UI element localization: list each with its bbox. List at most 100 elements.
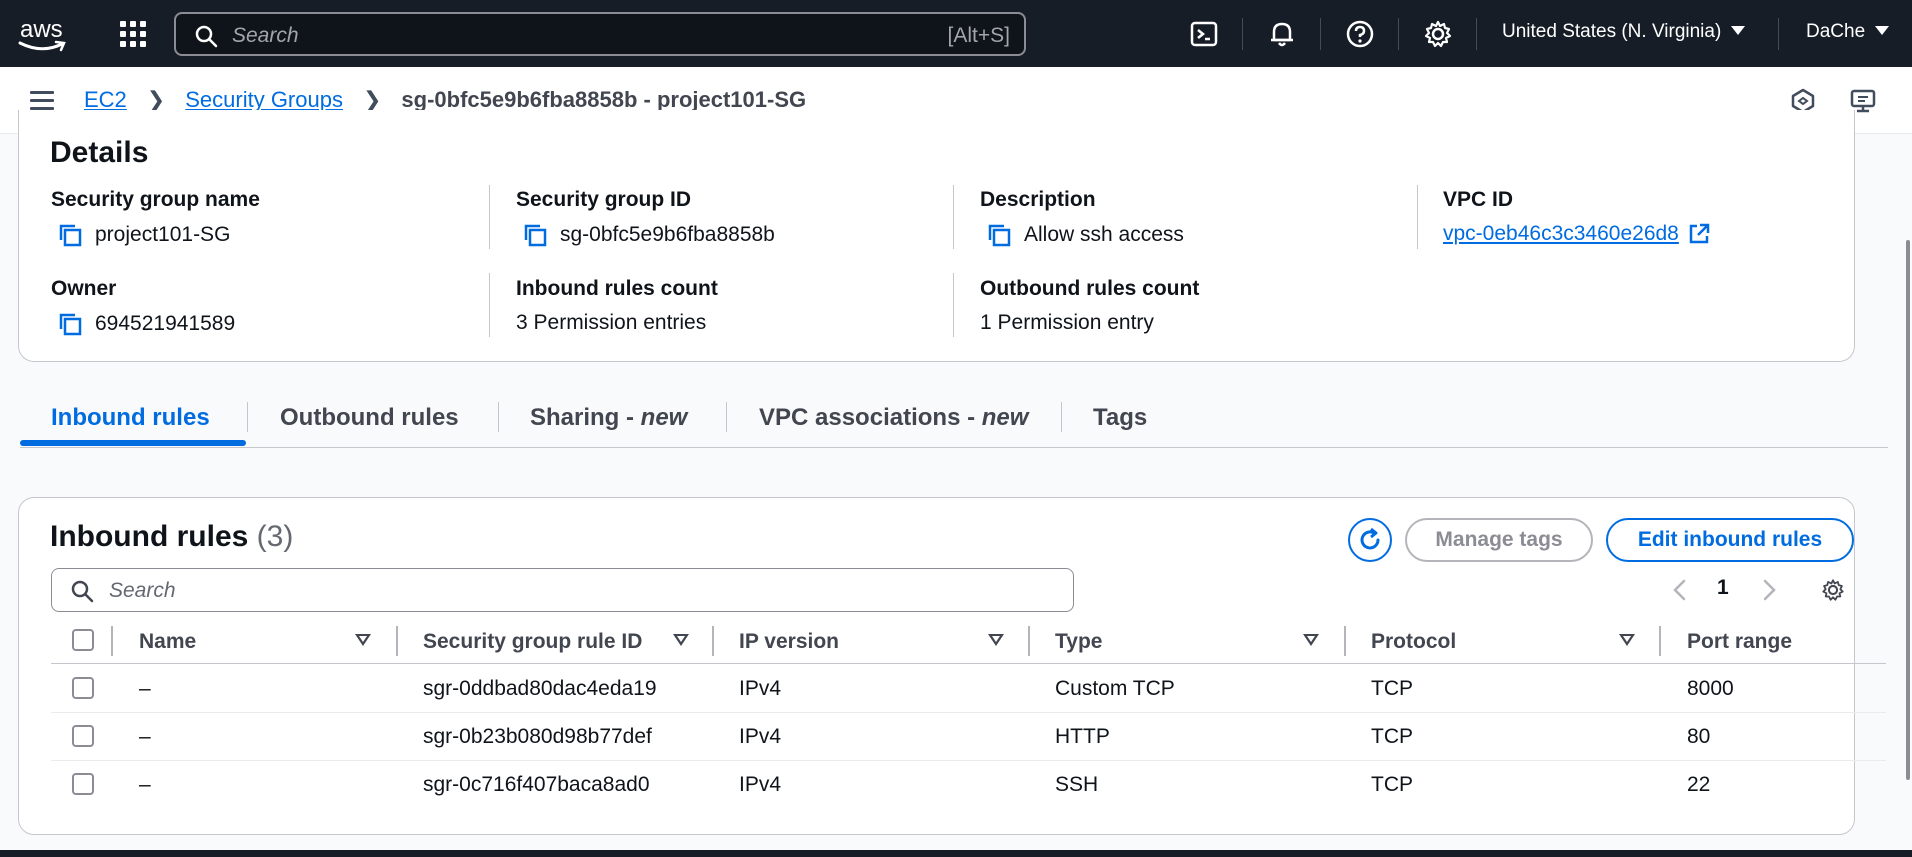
aws-smile-icon [18,40,66,52]
row-checkbox[interactable] [72,725,94,747]
caret-down-icon [1875,26,1890,35]
sg-id-label: Security group ID [516,188,692,211]
refresh-icon [1360,527,1380,550]
nav-divider [1476,18,1477,50]
search-icon [195,25,218,48]
column-divider [111,626,113,656]
cloudshell-icon[interactable] [1188,18,1220,50]
select-all-checkbox[interactable] [72,629,94,651]
tab-outbound-rules[interactable]: Outbound rules [280,404,459,432]
settings-gear-icon[interactable] [1422,18,1454,50]
nav-divider [1778,18,1779,50]
top-navigation: aws Search [Alt+S] United States (N. Vir… [0,0,1912,67]
sort-icon[interactable] [1619,634,1635,646]
table-header: Name Security group rule ID IP version T… [51,620,1886,664]
column-divider [396,626,398,656]
notifications-bell-icon[interactable] [1266,18,1298,50]
tab-tags[interactable]: Tags [1093,404,1147,432]
tab-vpc-associations[interactable]: VPC associations - new [759,404,1028,432]
cell-name: – [139,773,151,796]
region-selector[interactable]: United States (N. Virginia) [1502,21,1746,43]
cell-ip-version: IPv4 [739,677,782,700]
tab-divider [1061,402,1062,432]
sort-icon[interactable] [355,634,371,646]
refresh-button[interactable] [1348,518,1392,562]
inbound-rules-title: Inbound rules [50,520,249,553]
copy-icon[interactable] [986,222,1012,248]
copy-icon[interactable] [522,222,548,248]
account-name: DaChe [1806,21,1866,42]
sg-id-value: sg-0bfc5e9b6fba8858b [560,223,775,246]
tab-sharing[interactable]: Sharing - new [530,404,687,432]
current-page-number[interactable]: 1 [1717,576,1729,600]
cell-rule-id: sgr-0b23b080d98b77def [423,725,652,748]
tab-new-badge: new [981,404,1029,431]
cell-protocol: TCP [1371,677,1413,700]
column-header-type[interactable]: Type [1055,630,1102,654]
chevron-left-icon[interactable] [1670,578,1690,602]
column-header-rule-id[interactable]: Security group rule ID [423,630,642,654]
description-field: Description Allow ssh access [980,188,1184,248]
tab-new-badge: new [640,404,688,431]
tab-divider [726,402,727,432]
global-search-input[interactable]: Search [Alt+S] [174,12,1026,56]
row-checkbox[interactable] [72,677,94,699]
rules-search-input[interactable]: Search [51,568,1074,612]
cell-ip-version: IPv4 [739,725,782,748]
copy-icon[interactable] [57,222,83,248]
column-header-protocol[interactable]: Protocol [1371,630,1456,654]
details-title: Details [50,136,149,169]
inbound-count-value: 3 Permission entries [516,311,707,334]
sort-icon[interactable] [1303,634,1319,646]
cell-port-range: 22 [1687,773,1711,796]
table-row[interactable]: – sgr-0c716f407baca8ad0 IPv4 SSH TCP 22 [51,761,1886,809]
divider [953,273,954,337]
services-menu-icon[interactable] [120,21,146,47]
copy-icon[interactable] [57,311,83,337]
page-scrollbar[interactable] [1906,240,1910,780]
account-menu[interactable]: DaChe [1806,21,1890,43]
help-icon[interactable] [1344,18,1376,50]
table-preferences-gear-icon[interactable] [1820,577,1846,603]
table-row[interactable]: – sgr-0ddbad80dac4eda19 IPv4 Custom TCP … [51,665,1886,713]
sort-icon[interactable] [988,634,1004,646]
owner-field: Owner 694521941589 [51,277,235,337]
nav-divider [1398,18,1399,50]
vpc-id-link[interactable]: vpc-0eb46c3c3460e26d8 [1443,222,1679,246]
external-link-icon[interactable] [1687,222,1711,246]
rules-search-placeholder: Search [109,579,176,602]
tab-label: Inbound rules [51,404,210,431]
divider [489,273,490,337]
column-header-port-range[interactable]: Port range [1687,630,1792,654]
tab-inbound-rules[interactable]: Inbound rules [51,404,210,432]
column-divider [1344,626,1346,656]
tab-label: Tags [1093,404,1148,431]
cell-ip-version: IPv4 [739,773,782,796]
menu-hamburger-icon[interactable] [30,91,54,111]
sg-name-field: Security group name project101-SG [51,188,260,248]
edit-inbound-rules-button[interactable]: Edit inbound rules [1606,518,1854,562]
chevron-right-icon[interactable] [1759,578,1779,602]
cell-type: Custom TCP [1055,677,1175,700]
tab-divider [498,402,499,432]
sort-icon[interactable] [673,634,689,646]
sg-id-field: Security group ID sg-0bfc5e9b6fba8858b [516,188,775,248]
inbound-rules-heading: Inbound rules (3) [50,520,293,554]
manage-tags-button[interactable]: Manage tags [1405,518,1593,562]
sg-name-label: Security group name [51,188,260,211]
table-row[interactable]: – sgr-0b23b080d98b77def IPv4 HTTP TCP 80 [51,713,1886,761]
cell-name: – [139,677,151,700]
sg-name-value: project101-SG [95,223,231,246]
owner-label: Owner [51,277,117,300]
aws-logo[interactable]: aws [18,14,72,54]
region-label: United States (N. Virginia) [1502,21,1722,42]
row-checkbox[interactable] [72,773,94,795]
cell-port-range: 80 [1687,725,1711,748]
inbound-count-label: Inbound rules count [516,277,718,300]
tab-label: Outbound rules [280,404,459,431]
outbound-count-field: Outbound rules count 1 Permission entry [980,277,1199,335]
column-header-ip-version[interactable]: IP version [739,630,839,654]
divider [489,185,490,249]
tab-divider [247,402,248,432]
column-header-name[interactable]: Name [139,630,196,654]
